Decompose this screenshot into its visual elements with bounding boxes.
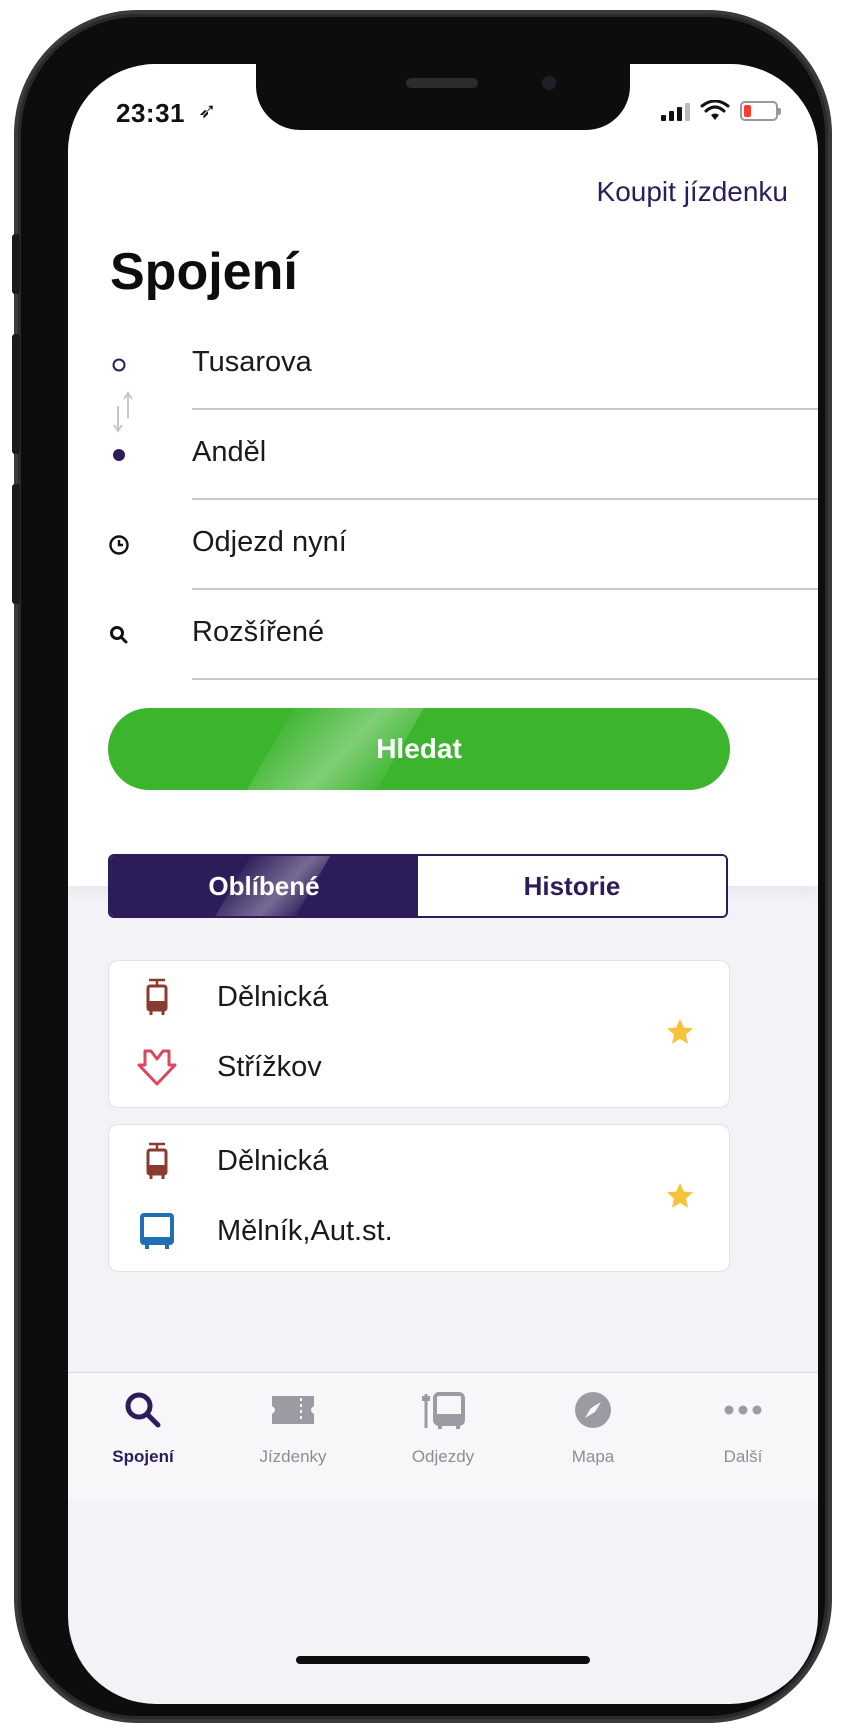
favorite-to: Mělník,Aut.st. [109, 1201, 649, 1261]
tab-tickets[interactable]: Jízdenky [223, 1373, 363, 1501]
wifi-icon [700, 100, 730, 120]
battery-icon [740, 101, 781, 121]
advanced-value: Rozšířené [192, 616, 325, 648]
screen: 23:31 ➶ Koupit jízdenku Spojení Tusarova… [68, 64, 818, 1704]
metro-icon [137, 1049, 177, 1086]
tab-bar: Spojení Jízdenky Odjezdy Mapa Další [68, 1372, 818, 1501]
magnifier-icon [120, 1387, 166, 1433]
location-arrow-icon: ➶ [198, 98, 217, 123]
from-field[interactable]: Tusarova [68, 320, 818, 410]
favorite-connection[interactable]: Dělnická Mělník,Aut.st. [108, 1124, 730, 1272]
advanced-underline [192, 678, 818, 680]
search-icon [104, 620, 134, 650]
front-camera [542, 76, 556, 90]
from-value: Tusarova [192, 346, 312, 378]
star-icon[interactable] [665, 1181, 695, 1211]
tram-icon [146, 1142, 168, 1179]
to-value: Anděl [192, 436, 267, 468]
favorites-history-switch: Oblíbené Historie [108, 854, 728, 918]
tab-more-label: Další [723, 1447, 763, 1466]
favorite-from: Dělnická [109, 1131, 649, 1191]
bus-icon [140, 1213, 174, 1249]
favorite-connection[interactable]: Dělnická Střížkov [108, 960, 730, 1108]
favorite-to-name: Střížkov [217, 1051, 322, 1083]
tab-history-label: Historie [523, 870, 621, 901]
buy-ticket-link[interactable]: Koupit jízdenku [597, 176, 788, 208]
bus-stop-icon [420, 1387, 466, 1433]
search-button-label: Hledat [376, 733, 462, 764]
notch [256, 64, 630, 130]
phone-frame: 23:31 ➶ Koupit jízdenku Spojení Tusarova… [12, 14, 828, 1719]
tram-icon [146, 978, 168, 1015]
favorite-to: Střížkov [109, 1037, 649, 1097]
page-title: Spojení [110, 243, 298, 301]
status-time: 23:31 [116, 98, 185, 128]
tab-connections[interactable]: Spojení [73, 1373, 213, 1501]
tab-departures[interactable]: Odjezdy [373, 1373, 513, 1501]
tab-favorites-label: Oblíbené [208, 870, 320, 901]
speaker [406, 78, 478, 88]
ticket-icon [270, 1387, 316, 1433]
status-indicators [661, 100, 781, 122]
favorite-from: Dělnická [109, 967, 649, 1027]
home-indicator[interactable] [296, 1656, 590, 1664]
favorite-from-name: Dělnická [217, 981, 329, 1013]
tab-tickets-label: Jízdenky [259, 1447, 327, 1466]
tab-history[interactable]: Historie [418, 856, 726, 916]
destination-dot-icon [104, 440, 134, 470]
time-field[interactable]: Odjezd nyní [68, 500, 818, 590]
star-icon[interactable] [665, 1017, 695, 1047]
stage: 23:31 ➶ Koupit jízdenku Spojení Tusarova… [0, 0, 850, 1733]
compass-icon [570, 1387, 616, 1433]
more-dots-icon [720, 1387, 766, 1433]
battery-level [744, 105, 751, 117]
clock-icon [104, 530, 134, 560]
tab-favorites[interactable]: Oblíbené [110, 856, 418, 916]
origin-circle-icon [104, 350, 134, 380]
favorite-from-name: Dělnická [217, 1145, 329, 1177]
tab-map[interactable]: Mapa [523, 1373, 663, 1501]
advanced-field[interactable]: Rozšířené [68, 590, 818, 680]
tab-map-label: Mapa [571, 1447, 615, 1466]
tab-departures-label: Odjezdy [411, 1447, 475, 1466]
tab-more[interactable]: Další [673, 1373, 813, 1501]
silent-switch [12, 234, 20, 294]
tab-connections-label: Spojení [112, 1447, 174, 1466]
search-button[interactable]: Hledat [108, 708, 730, 790]
volume-up-button [12, 334, 20, 454]
cellular-signal-icon [661, 101, 690, 121]
time-value: Odjezd nyní [192, 526, 347, 558]
favorite-to-name: Mělník,Aut.st. [217, 1215, 393, 1247]
volume-down-button [12, 484, 20, 604]
to-field[interactable]: Anděl [68, 410, 818, 500]
